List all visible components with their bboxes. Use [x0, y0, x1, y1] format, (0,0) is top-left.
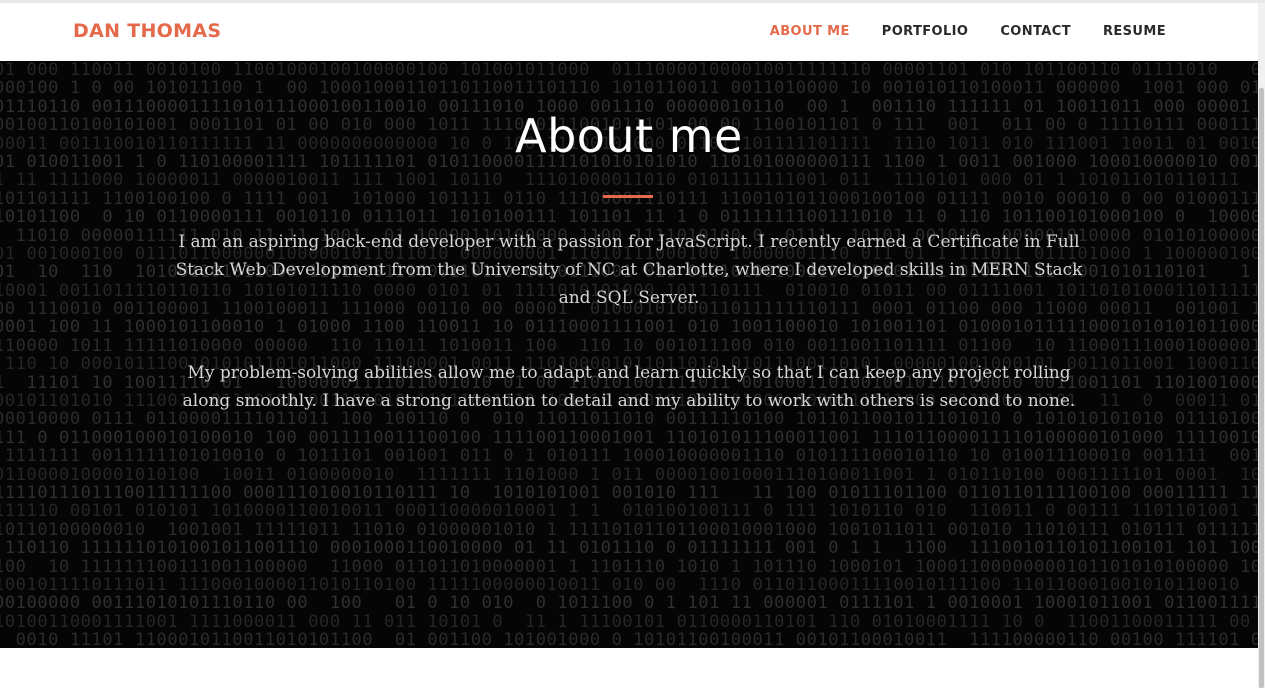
about-paragraph-2: My problem-solving abilities allow me to… — [182, 363, 1076, 411]
page-below-section — [0, 648, 1258, 688]
nav-links: ABOUT ME PORTFOLIO CONTACT RESUME — [738, 24, 1166, 39]
about-paragraph-1: I am an aspiring back-end developer with… — [175, 232, 1083, 308]
about-section: 01 000 110011 0010100 110010001001000001… — [0, 61, 1258, 648]
nav-link-portfolio[interactable]: PORTFOLIO — [882, 24, 969, 39]
section-title: About me — [515, 109, 743, 163]
navbar: DAN THOMAS ABOUT ME PORTFOLIO CONTACT RE… — [0, 3, 1258, 61]
scrollbar-thumb[interactable] — [1259, 88, 1264, 688]
nav-link-about-me[interactable]: ABOUT ME — [770, 24, 850, 39]
nav-link-contact[interactable]: CONTACT — [1000, 24, 1071, 39]
title-divider — [603, 195, 653, 198]
nav-link-resume[interactable]: RESUME — [1103, 24, 1166, 39]
page-scrollbar[interactable] — [1258, 3, 1265, 688]
brand-logo-link[interactable]: DAN THOMAS — [73, 20, 221, 42]
about-content: About me I am an aspiring back-end devel… — [0, 61, 1258, 648]
